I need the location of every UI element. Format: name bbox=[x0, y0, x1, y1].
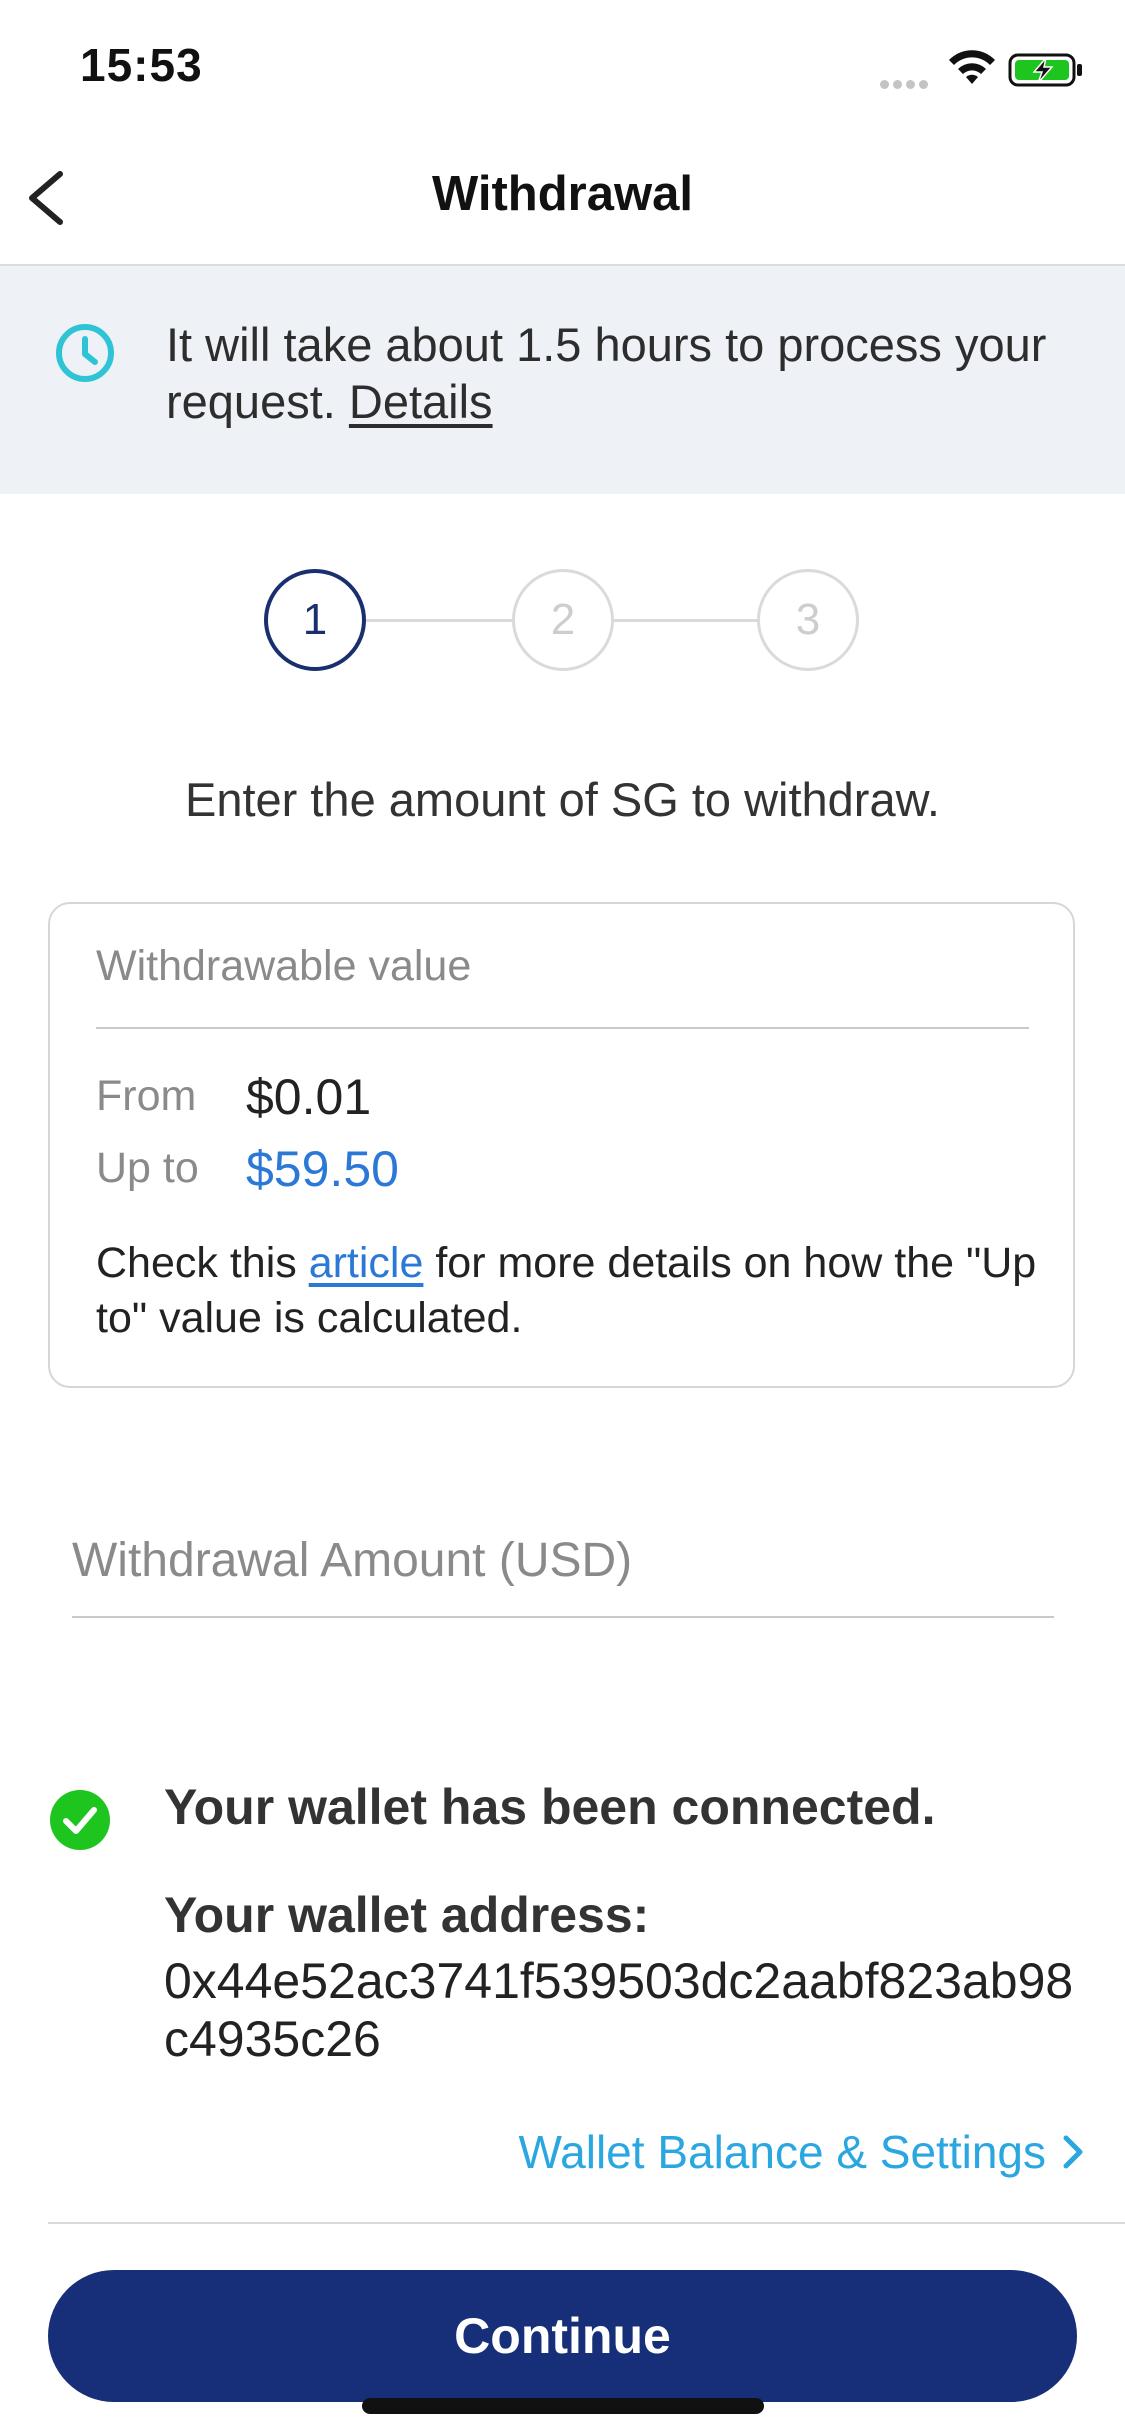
footer-divider bbox=[48, 2222, 1125, 2224]
step-connector bbox=[366, 619, 512, 622]
step-connector bbox=[614, 619, 757, 622]
wallet-address: 0x44e52ac3741f539503dc2aabf823ab98c4935c… bbox=[164, 1953, 1074, 2067]
banner-message-text: It will take about 1.5 hours to process … bbox=[166, 318, 1047, 428]
continue-button[interactable]: Continue bbox=[48, 2270, 1077, 2402]
details-link[interactable]: Details bbox=[349, 375, 493, 428]
page-title: Withdrawal bbox=[432, 167, 693, 221]
battery-charging-icon bbox=[1008, 53, 1082, 87]
card-note-prefix: Check this bbox=[96, 1239, 297, 1287]
banner-message: It will take about 1.5 hours to process … bbox=[166, 316, 1066, 430]
chevron-right-icon bbox=[1063, 2135, 1083, 2169]
from-value: $0.01 bbox=[246, 1069, 372, 1125]
step-3-label: 3 bbox=[795, 595, 821, 644]
step-1-indicator: 1 bbox=[264, 569, 366, 671]
signal-dots-icon bbox=[880, 76, 932, 94]
status-time: 15:53 bbox=[80, 39, 203, 91]
upto-label: Up to bbox=[96, 1144, 199, 1192]
from-label: From bbox=[96, 1072, 197, 1120]
withdraw-instruction: Enter the amount of SG to withdraw. bbox=[184, 773, 940, 826]
card-divider bbox=[96, 1027, 1029, 1029]
upto-value: $59.50 bbox=[246, 1141, 399, 1197]
article-link[interactable]: article bbox=[309, 1239, 424, 1287]
wifi-icon bbox=[949, 50, 995, 84]
wallet-settings-link[interactable]: Wallet Balance & Settings bbox=[508, 2120, 1086, 2184]
clock-icon bbox=[56, 324, 114, 382]
wallet-settings-label: Wallet Balance & Settings bbox=[518, 2126, 1046, 2178]
check-circle-icon bbox=[50, 1790, 110, 1850]
card-title: Withdrawable value bbox=[96, 942, 472, 990]
amount-underline bbox=[72, 1616, 1054, 1618]
step-2-label: 2 bbox=[550, 595, 576, 644]
wallet-address-label: Your wallet address: bbox=[164, 1887, 650, 1943]
wallet-connected-status: Your wallet has been connected. bbox=[164, 1779, 936, 1835]
step-1-label: 1 bbox=[302, 595, 328, 644]
step-2-indicator: 2 bbox=[512, 569, 614, 671]
step-3-indicator: 3 bbox=[757, 569, 859, 671]
card-note: Check this article for more details on h… bbox=[96, 1236, 1046, 1346]
withdrawal-amount-input[interactable] bbox=[72, 1520, 1052, 1600]
home-indicator bbox=[362, 2398, 764, 2414]
